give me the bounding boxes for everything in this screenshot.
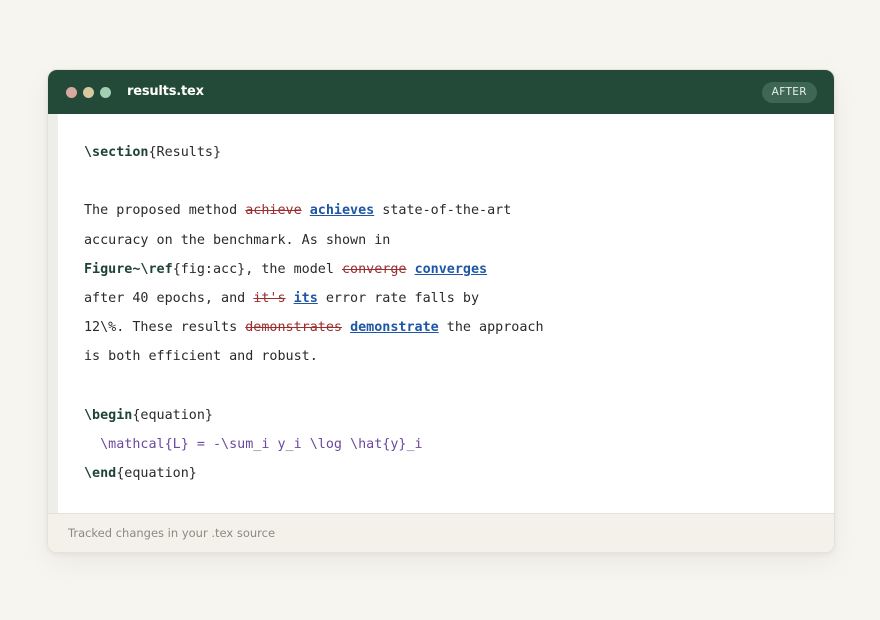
deleted-text[interactable]: achieve: [245, 203, 301, 218]
code-text: 12\%. These results: [84, 320, 246, 336]
code-text: state-of-the-art: [374, 203, 512, 219]
code-line: 12\%. These results demonstrates demonst…: [84, 313, 544, 342]
command-argument: {Results}: [148, 145, 222, 160]
footer-caption: Tracked changes in your .tex source: [68, 526, 276, 540]
inserted-text[interactable]: converges: [415, 262, 488, 277]
after-badge: AFTER: [761, 82, 817, 103]
code-line: \end{equation}: [84, 459, 544, 488]
latex-command: \section: [84, 145, 149, 160]
title-bar: results.tex AFTER: [48, 70, 834, 114]
code-line: \begin{equation}: [84, 401, 544, 430]
command-argument: {equation}: [132, 407, 213, 423]
latex-command: \end: [84, 466, 117, 482]
editor-gutter: [48, 114, 58, 514]
code-line: The proposed method achieve achieves sta…: [84, 196, 544, 225]
latex-command: \begin: [84, 407, 133, 423]
math-expression: \mathcal{L} = -\sum_i y_i \log \hat{y}_i: [84, 436, 423, 452]
file-name: results.tex: [127, 84, 204, 99]
code-line: Figure~\ref{fig:acc}, the model converge…: [84, 255, 544, 284]
status-footer: Tracked changes in your .tex source: [48, 513, 834, 552]
code-text: after 40 epochs, and: [84, 290, 254, 306]
code-text: The proposed method: [84, 203, 246, 219]
deleted-text[interactable]: it's: [253, 291, 285, 306]
inserted-text[interactable]: achieves: [310, 203, 375, 218]
code-line: after 40 epochs, and it's its error rate…: [84, 284, 544, 313]
code-area[interactable]: \section{Results} The proposed method ac…: [84, 138, 544, 488]
command-argument: {equation}: [116, 466, 197, 482]
code-line: \mathcal{L} = -\sum_i y_i \log \hat{y}_i: [84, 430, 544, 459]
close-window-button[interactable]: [66, 87, 77, 98]
code-text: accuracy on the benchmark. As shown in: [84, 232, 391, 248]
editor-window: results.tex AFTER \section{Results} The …: [47, 69, 835, 553]
code-line: \section{Results}: [84, 138, 544, 167]
maximize-window-button[interactable]: [100, 87, 111, 98]
code-text: is both efficient and robust.: [84, 349, 318, 365]
code-text: {fig:acc}, the model: [172, 261, 342, 277]
minimize-window-button[interactable]: [83, 87, 94, 98]
inserted-text[interactable]: demonstrate: [350, 320, 439, 335]
inserted-text[interactable]: its: [294, 291, 318, 306]
deleted-text[interactable]: converge: [342, 262, 407, 277]
code-text: error rate falls by: [317, 290, 480, 306]
code-text: the approach: [438, 320, 544, 336]
deleted-text[interactable]: demonstrates: [245, 320, 342, 335]
code-line: accuracy on the benchmark. As shown in: [84, 226, 544, 255]
latex-command: Figure~\ref: [84, 261, 173, 277]
code-line: is both efficient and robust.: [84, 342, 544, 371]
